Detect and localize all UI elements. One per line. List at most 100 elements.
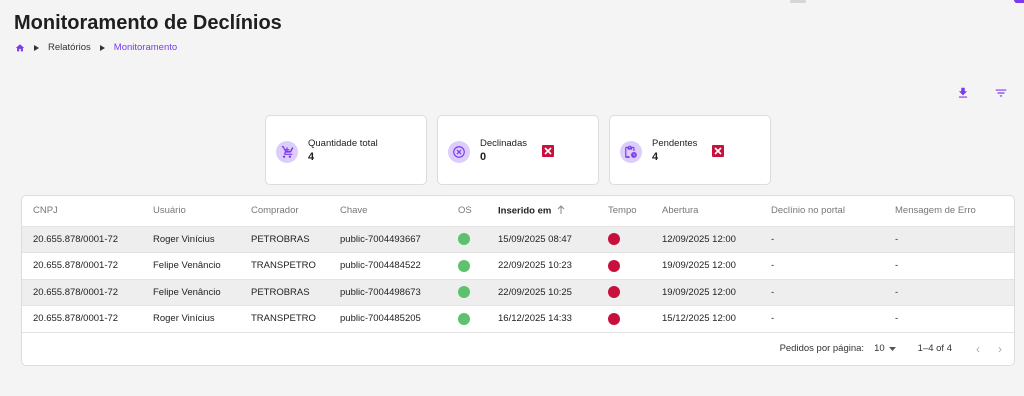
table-header-row: CNPJ Usuário Comprador Chave OS Inserido…	[22, 196, 1014, 227]
cell-usuario: Roger Vinícius	[142, 226, 240, 253]
per-page-value: 10	[874, 343, 885, 354]
cell-abertura: 19/09/2025 12:00	[651, 279, 760, 306]
cell-os	[447, 279, 487, 306]
cell-inserido: 15/09/2025 08:47	[487, 226, 597, 253]
tempo-status-dot	[608, 312, 620, 325]
pager-controls: ‹ ›	[976, 342, 1002, 356]
download-icon[interactable]	[956, 86, 970, 100]
os-status-dot	[458, 233, 470, 246]
cell-comprador: TRANSPETRO	[240, 305, 329, 333]
column-header-comprador[interactable]: Comprador	[240, 196, 329, 227]
per-page-label: Pedidos por página:	[779, 343, 865, 354]
breadcrumb-separator-icon	[99, 44, 105, 51]
cell-os	[447, 226, 487, 253]
chevron-right-icon[interactable]: ›	[998, 342, 1002, 356]
cancel-circle-icon	[448, 141, 470, 163]
page-title: Monitoramento de Declínios	[14, 12, 282, 34]
cell-abertura: 19/09/2025 12:00	[651, 252, 760, 280]
os-status-dot	[458, 259, 470, 272]
cell-comprador: PETROBRAS	[240, 226, 329, 253]
cell-cnpj: 20.655.878/0001-72	[22, 279, 142, 306]
cell-mensagem: -	[884, 252, 1014, 280]
table-row[interactable]: 20.655.878/0001-72 Felipe Venâncio PETRO…	[22, 279, 1014, 306]
os-status-dot	[458, 312, 470, 325]
card-pendentes: Pendentes 4	[609, 115, 771, 185]
chevron-left-icon[interactable]: ‹	[976, 342, 980, 356]
per-page-select[interactable]: 10	[874, 343, 896, 354]
table-row[interactable]: 20.655.878/0001-72 Felipe Venâncio TRANS…	[22, 252, 1014, 280]
breadcrumb-item-monitoramento: Monitoramento	[113, 42, 178, 53]
cell-inserido: 22/09/2025 10:23	[487, 252, 597, 280]
close-box-icon[interactable]	[712, 145, 724, 157]
cell-cnpj: 20.655.878/0001-72	[22, 226, 142, 253]
toolbar-actions	[956, 86, 1008, 100]
column-header-mensagem-erro[interactable]: Mensagem de Erro	[884, 196, 1014, 227]
avatar-fragment[interactable]	[1014, 0, 1024, 3]
table-row[interactable]: 20.655.878/0001-72 Roger Vinícius TRANSP…	[22, 305, 1014, 333]
sort-arrow-up-icon	[557, 205, 565, 217]
cell-tempo	[597, 279, 651, 306]
cell-usuario: Roger Vinícius	[142, 305, 240, 333]
cell-declinio: -	[760, 279, 884, 306]
cell-tempo	[597, 226, 651, 253]
cell-mensagem: -	[884, 226, 1014, 253]
column-header-inserido-em[interactable]: Inserido em	[487, 196, 597, 227]
cell-chave: public-7004484522	[329, 252, 447, 280]
clipboard-clock-icon	[620, 141, 642, 163]
declines-table: CNPJ Usuário Comprador Chave OS Inserido…	[22, 196, 1014, 333]
cell-usuario: Felipe Venâncio	[142, 252, 240, 280]
filter-icon[interactable]	[994, 86, 1008, 100]
card-value: 4	[308, 151, 315, 163]
column-header-cnpj[interactable]: CNPJ	[22, 196, 142, 227]
cell-chave: public-7004493667	[329, 226, 447, 253]
card-value: 4	[652, 151, 659, 163]
cell-tempo	[597, 305, 651, 333]
card-declinadas: Declinadas 0	[437, 115, 599, 185]
cell-inserido: 16/12/2025 14:33	[487, 305, 597, 333]
cell-os	[447, 252, 487, 280]
column-header-abertura[interactable]: Abertura	[651, 196, 760, 227]
cell-mensagem: -	[884, 305, 1014, 333]
top-bar-fragment	[790, 0, 806, 3]
cell-cnpj: 20.655.878/0001-72	[22, 252, 142, 280]
card-label: Declinadas	[480, 138, 527, 149]
column-header-label: Inserido em	[498, 205, 552, 217]
column-header-usuario[interactable]: Usuário	[142, 196, 240, 227]
cell-comprador: TRANSPETRO	[240, 252, 329, 280]
breadcrumb-separator-icon	[34, 44, 39, 51]
tempo-status-dot	[608, 259, 620, 272]
card-quantidade-total: Quantidade total 4	[265, 115, 427, 185]
table-row[interactable]: 20.655.878/0001-72 Roger Vinícius PETROB…	[22, 226, 1014, 253]
cell-cnpj: 20.655.878/0001-72	[22, 305, 142, 333]
dropdown-arrow-icon	[888, 343, 896, 354]
cell-usuario: Felipe Venâncio	[142, 279, 240, 306]
cell-os	[447, 305, 487, 333]
column-header-os[interactable]: OS	[447, 196, 487, 227]
cell-mensagem: -	[884, 279, 1014, 306]
breadcrumb: Relatórios Monitoramento	[15, 42, 177, 53]
cell-chave: public-7004498673	[329, 279, 447, 306]
column-header-tempo[interactable]: Tempo	[597, 196, 651, 227]
cell-tempo	[597, 252, 651, 280]
summary-cards: Quantidade total 4 Declinadas 0 Pendente…	[265, 115, 771, 185]
card-label: Pendentes	[652, 138, 698, 149]
cell-comprador: PETROBRAS	[240, 279, 329, 306]
cell-abertura: 15/12/2025 12:00	[651, 305, 760, 333]
tempo-status-dot	[608, 286, 620, 299]
column-header-declinio-portal[interactable]: Declínio no portal	[760, 196, 884, 227]
close-box-icon[interactable]	[542, 145, 554, 157]
cell-declinio: -	[760, 305, 884, 333]
cart-icon	[276, 141, 298, 163]
cell-inserido: 22/09/2025 10:25	[487, 279, 597, 306]
cell-declinio: -	[760, 226, 884, 253]
home-icon[interactable]	[15, 43, 25, 53]
cell-abertura: 12/09/2025 12:00	[651, 226, 760, 253]
column-header-chave[interactable]: Chave	[329, 196, 447, 227]
declines-table-card: CNPJ Usuário Comprador Chave OS Inserido…	[21, 195, 1015, 366]
page-range: 1–4 of 4	[917, 343, 952, 354]
tempo-status-dot	[608, 233, 620, 246]
os-status-dot	[458, 286, 470, 299]
breadcrumb-item-relatorios[interactable]: Relatórios	[48, 42, 91, 53]
table-pagination: Pedidos por página: 10 1–4 of 4 ‹ ›	[22, 332, 1014, 365]
cell-chave: public-7004485205	[329, 305, 447, 333]
